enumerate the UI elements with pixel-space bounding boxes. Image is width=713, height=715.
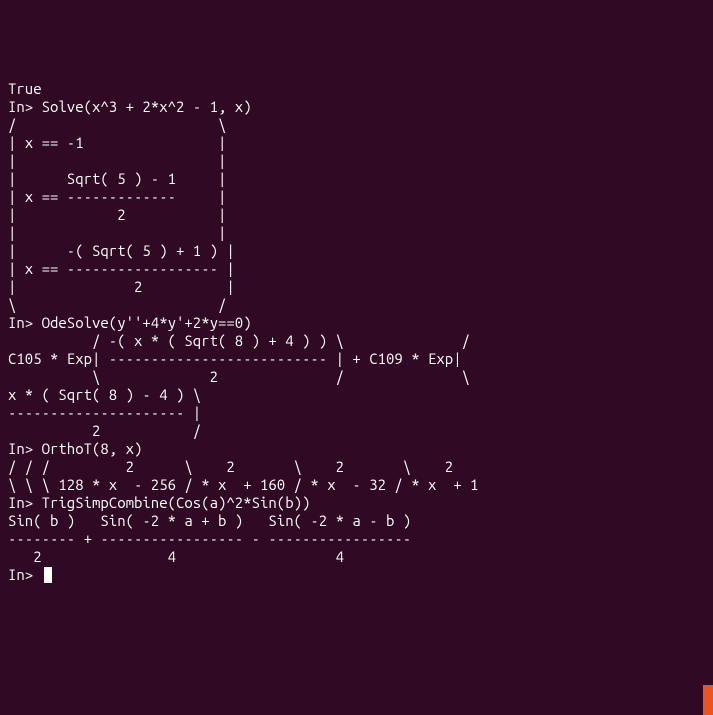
terminal-output[interactable]: TrueIn> Solve(x^3 + 2*x^2 - 1, x)/ \| x … — [8, 80, 705, 584]
output-line: \ 2 / \ — [8, 368, 705, 386]
output-line: | x == ------------- | — [8, 188, 705, 206]
output-line: True — [8, 80, 705, 98]
current-prompt-line[interactable]: In> — [8, 566, 705, 584]
prompt-line: In> TrigSimpCombine(Cos(a)^2*Sin(b)) — [8, 494, 705, 512]
prompt-line: In> OrthoT(8, x) — [8, 440, 705, 458]
prompt-line: In> Solve(x^3 + 2*x^2 - 1, x) — [8, 98, 705, 116]
prompt-text: In> — [8, 566, 42, 583]
output-line: x * ( Sqrt( 8 ) - 4 ) \ — [8, 386, 705, 404]
output-line: | | — [8, 224, 705, 242]
output-line: --------------------- | — [8, 404, 705, 422]
output-line: \ \ \ 128 * x - 256 / * x + 160 / * x - … — [8, 476, 705, 494]
output-line: / / / 2 \ 2 \ 2 \ 2 — [8, 458, 705, 476]
prompt-line: In> OdeSolve(y''+4*y'+2*y==0) — [8, 314, 705, 332]
output-line: / \ — [8, 116, 705, 134]
output-line: | x == ------------------ | — [8, 260, 705, 278]
output-line: / -( x * ( Sqrt( 8 ) + 4 ) ) \ / — [8, 332, 705, 350]
output-line: | | — [8, 152, 705, 170]
cursor-icon — [44, 567, 52, 583]
output-line: | 2 | — [8, 278, 705, 296]
output-line: C105 * Exp| -------------------------- |… — [8, 350, 705, 368]
output-line: Sin( b ) Sin( -2 * a + b ) Sin( -2 * a -… — [8, 512, 705, 530]
scrollbar-handle[interactable] — [703, 685, 713, 715]
output-line: | Sqrt( 5 ) - 1 | — [8, 170, 705, 188]
output-line: -------- + ----------------- - ---------… — [8, 530, 705, 548]
output-line: \ / — [8, 296, 705, 314]
output-line: | -( Sqrt( 5 ) + 1 ) | — [8, 242, 705, 260]
output-line: | x == -1 | — [8, 134, 705, 152]
output-line: | 2 | — [8, 206, 705, 224]
output-line: 2 / — [8, 422, 705, 440]
output-line: 2 4 4 — [8, 548, 705, 566]
